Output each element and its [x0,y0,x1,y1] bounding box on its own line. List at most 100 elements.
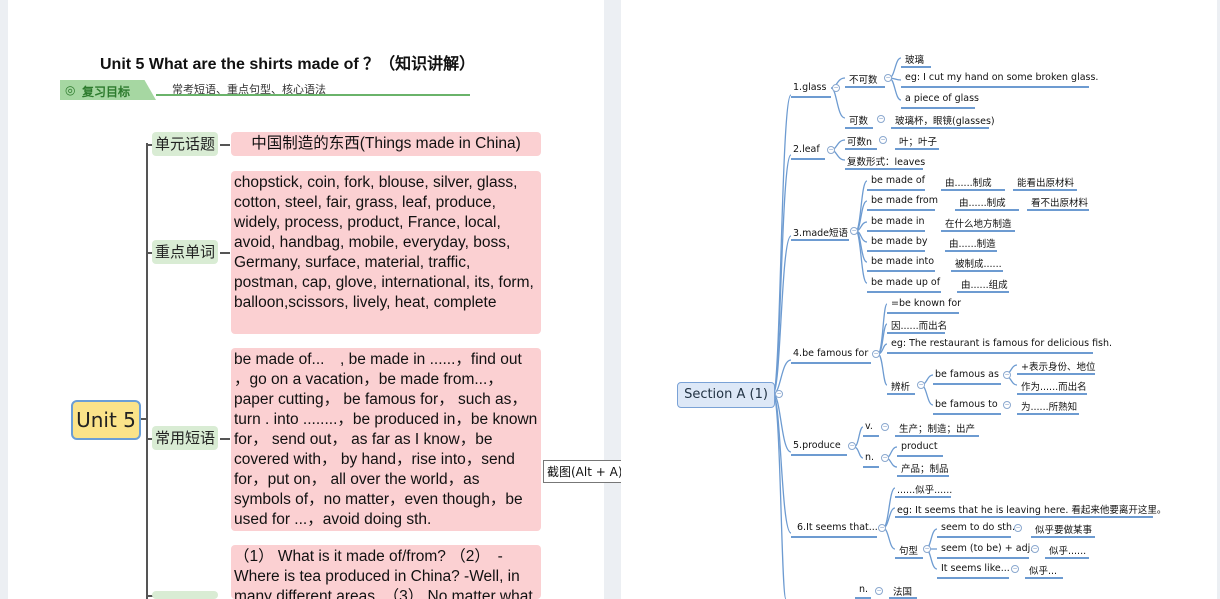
collapse-toggle-icon[interactable]: − [917,381,925,389]
mindmap-node[interactable]: be made into [871,256,934,267]
mindmap-node[interactable]: be made up of [871,277,940,288]
collapse-toggle-icon[interactable]: − [827,146,835,154]
mindmap-node[interactable]: 4.be famous for [793,348,868,359]
node-underline [845,86,885,88]
mindmap-node[interactable]: 可数 [849,113,868,127]
mindmap-node[interactable]: 3.made短语 [793,225,848,239]
mindmap-node[interactable]: v. [865,421,873,432]
mindmap-node[interactable]: =be known for [891,298,961,309]
mindmap-node[interactable]: 被制成...... [955,256,1002,270]
mindmap-node[interactable]: It seems like... [941,563,1010,574]
review-goal-tag: ◎ 复习目标 [60,80,156,100]
category-phrases: 常用短语 [152,426,218,450]
collapse-toggle-icon[interactable]: − [850,227,858,235]
mindmap-node[interactable]: eg: It seems that he is leaving here. 看起… [897,502,1166,516]
collapse-toggle-icon[interactable]: − [872,350,880,358]
node-underline [941,189,1005,191]
mindmap-node[interactable]: 句型 [899,543,918,557]
mindmap-node[interactable]: a piece of glass [905,93,979,104]
mindmap-node[interactable]: 似乎...... [1049,543,1086,557]
mindmap-node[interactable]: 由......制成 [959,195,1006,209]
collapse-toggle-icon[interactable]: − [923,545,931,553]
mindmap-node[interactable]: 6.It seems that... [797,522,878,533]
collapse-toggle-icon[interactable]: − [1003,371,1011,379]
mindmap-spine [146,143,148,599]
mindmap-node[interactable]: 辨析 [891,379,910,393]
mindmap-node[interactable]: +表示身份、地位 [1021,359,1095,373]
mindmap-node[interactable]: 5.produce [793,440,841,451]
mindmap-node[interactable]: eg: The restaurant is famous for delicio… [891,338,1112,349]
mindmap-node[interactable]: n. [865,452,874,463]
node-underline [887,312,959,314]
mindmap-node[interactable]: 由......制造 [949,236,996,250]
mindmap-node[interactable]: ......似乎...... [897,482,952,496]
mindmap-node[interactable]: 2.leaf [793,144,820,155]
mindmap-node[interactable]: 由......制成 [945,175,992,189]
mindmap-node[interactable]: 复数形式：leaves [847,154,925,168]
node-underline [901,107,975,109]
collapse-toggle-icon[interactable]: − [775,390,783,398]
mindmap-node[interactable]: be famous to [935,399,998,410]
node-underline [1017,413,1079,415]
collapse-toggle-icon[interactable]: − [1031,545,1039,553]
node-underline [897,455,943,457]
node-underline [867,189,925,191]
node-underline [845,168,923,170]
collapse-toggle-icon[interactable]: − [1003,401,1011,409]
mindmap-node[interactable]: be made in [871,216,925,227]
mindmap-node[interactable]: 生产；制造；出产 [899,421,975,435]
mindmap-node[interactable]: eg: I cut my hand on some broken glass. [905,72,1098,83]
collapse-toggle-icon[interactable]: − [1014,524,1022,532]
mindmap-node[interactable]: 玻璃 [905,52,924,66]
review-goal-bar: ◎ 复习目标 常考短语、重点句型、核心语法 [60,80,470,102]
mindmap-node[interactable]: be made by [871,236,928,247]
mindmap-node[interactable]: 能看出原材料 [1017,175,1074,189]
topic-content: 中国制造的东西(Things made in China) [231,132,541,156]
collapse-toggle-icon[interactable]: − [1011,565,1019,573]
node-underline [867,270,935,272]
mindmap-node[interactable]: 1.glass [793,82,826,93]
document-page-left: Unit 5 What are the shirts made of ？（知识讲… [8,0,604,599]
mindmap-node[interactable]: 作为......而出名 [1021,379,1087,393]
target-icon: ◎ [65,83,76,97]
collapse-toggle-icon[interactable]: − [832,84,840,92]
collapse-toggle-icon[interactable]: − [879,136,887,144]
node-underline [933,413,1001,415]
collapse-toggle-icon[interactable]: − [881,423,889,431]
mindmap-node[interactable]: be made of [871,175,925,186]
mindmap-node[interactable]: product [901,441,938,452]
mindmap-node[interactable]: 似乎要做某事 [1035,522,1092,536]
mindmap-node[interactable]: 看不出原材料 [1031,195,1088,209]
mindmap-node[interactable]: n. [859,584,868,595]
mindmap-node[interactable]: 不可数 [849,72,878,86]
mindmap-node[interactable]: be made from [871,195,938,206]
collapse-toggle-icon[interactable]: − [875,587,883,595]
node-underline [955,209,1019,211]
mindmap-node[interactable]: 叶；叶子 [899,134,937,148]
collapse-toggle-icon[interactable]: − [848,442,856,450]
node-underline [951,270,1003,272]
mindmap-node[interactable]: 产品；制品 [901,461,949,475]
mindmap-root-section[interactable]: Section A (1) [677,382,775,408]
collapse-toggle-icon[interactable]: − [881,454,889,462]
mindmap-node[interactable]: 由......组成 [961,277,1008,291]
mindmap-node[interactable]: 因......而出名 [891,318,947,332]
node-underline [863,435,879,437]
mindmap-node[interactable]: 似乎... [1029,563,1057,577]
collapse-toggle-icon[interactable]: − [877,115,885,123]
node-underline [895,516,1153,518]
collapse-toggle-icon[interactable]: − [884,74,892,82]
mindmap-node[interactable]: 法国 [893,584,912,598]
mindmap-node[interactable]: seem (to be) + adj. [941,543,1033,554]
mindmap-node[interactable]: be famous as [935,369,999,380]
mindmap-node[interactable]: 在什么地方制造 [945,216,1012,230]
node-underline [941,230,1015,232]
mindmap-node[interactable]: 玻璃杯，眼镜(glasses) [895,113,995,127]
mindmap-node[interactable]: 可数n [847,134,872,148]
mindmap-node[interactable]: 为......所熟知 [1021,399,1077,413]
mindmap-root-unit: Unit 5 [71,400,141,440]
mindmap-node[interactable]: seem to do sth. [941,522,1015,533]
collapse-toggle-icon[interactable]: − [878,524,886,532]
category-dash [220,438,230,440]
node-underline [887,393,915,395]
